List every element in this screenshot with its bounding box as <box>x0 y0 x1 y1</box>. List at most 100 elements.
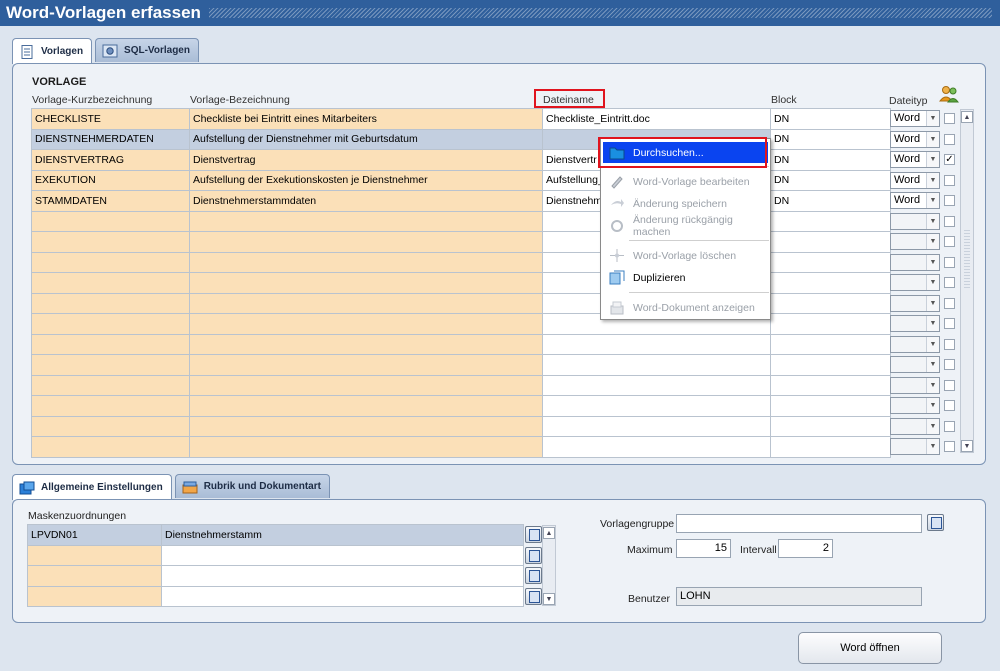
row-checkbox[interactable]: ✓ <box>944 154 955 165</box>
masken-scroll-up-button[interactable]: ▲ <box>543 527 555 539</box>
cell-masken-name[interactable] <box>161 544 524 566</box>
chevron-down-icon[interactable]: ▼ <box>926 398 939 413</box>
scroll-up-button[interactable]: ▲ <box>961 111 973 123</box>
dateityp-select[interactable]: ▼ <box>890 376 940 394</box>
cell-block[interactable] <box>770 292 891 314</box>
cell-bez[interactable] <box>189 272 543 294</box>
menu-item-aenderung-speichern[interactable]: Änderung speichern <box>601 193 772 214</box>
cell-bez[interactable]: Aufstellung der Exekutionskosten je Dien… <box>189 169 543 191</box>
cell-kurz[interactable] <box>31 333 190 355</box>
cell-block[interactable] <box>770 313 891 335</box>
cell-bez[interactable] <box>189 395 543 417</box>
cell-bez[interactable] <box>189 313 543 335</box>
dateityp-select[interactable]: ▼ <box>890 417 940 435</box>
row-checkbox[interactable] <box>944 174 955 186</box>
table-row[interactable] <box>31 354 891 376</box>
table-row[interactable] <box>31 415 891 437</box>
row-checkbox[interactable] <box>944 215 955 227</box>
tab-sql-vorlagen[interactable]: SQL-Vorlagen <box>95 38 199 62</box>
cell-bez[interactable] <box>189 292 543 314</box>
users-icon[interactable] <box>938 85 960 103</box>
cell-block[interactable] <box>770 395 891 417</box>
chevron-down-icon[interactable]: ▼ <box>926 254 939 270</box>
dateityp-select[interactable]: ▼ <box>890 397 940 414</box>
chevron-down-icon[interactable]: ▼ <box>926 439 939 454</box>
chevron-down-icon[interactable]: ▼ <box>926 418 939 434</box>
chevron-down-icon[interactable]: ▼ <box>926 357 939 372</box>
cell-block[interactable] <box>770 272 891 294</box>
cell-kurz[interactable]: DIENSTNEHMERDATEN <box>31 128 190 150</box>
cell-bez[interactable] <box>189 231 543 253</box>
chevron-down-icon[interactable]: ▼ <box>926 172 939 188</box>
cell-block[interactable]: DN <box>770 108 891 130</box>
masken-scrollbar[interactable]: ▲ ▼ <box>542 525 556 606</box>
maximum-input[interactable]: 15 <box>676 539 731 558</box>
table-row[interactable] <box>27 544 524 566</box>
vorlage-scrollbar[interactable]: ▲ ▼ <box>960 109 974 453</box>
cell-block[interactable] <box>770 436 891 458</box>
tab-vorlagen[interactable]: Vorlagen <box>12 38 93 64</box>
dateityp-select[interactable]: ▼ <box>890 438 940 455</box>
table-row[interactable] <box>27 585 524 607</box>
cell-masken-code[interactable]: LPVDN01 <box>27 524 162 546</box>
cell-masken-name[interactable] <box>161 565 524 587</box>
dateityp-select[interactable]: ▼ <box>890 315 940 332</box>
dateityp-select[interactable]: ▼ <box>890 294 940 312</box>
table-row[interactable] <box>31 395 891 417</box>
menu-item-dokument-anzeigen[interactable]: Word-Dokument anzeigen <box>601 297 772 318</box>
cell-kurz[interactable] <box>31 415 190 437</box>
masken-lookup-button[interactable] <box>525 587 542 605</box>
word-oeffnen-button[interactable]: Word öffnen <box>798 632 942 664</box>
chevron-down-icon[interactable]: ▼ <box>926 377 939 393</box>
cell-bez[interactable]: Dienstvertrag <box>189 149 543 171</box>
cell-block[interactable]: DN <box>770 190 891 212</box>
row-checkbox[interactable] <box>944 195 955 206</box>
chevron-down-icon[interactable]: ▼ <box>926 275 939 290</box>
dateityp-select[interactable]: ▼ <box>890 335 940 353</box>
chevron-down-icon[interactable]: ▼ <box>926 316 939 331</box>
cell-kurz[interactable] <box>31 354 190 376</box>
menu-item-vorlage-loeschen[interactable]: Word-Vorlage löschen <box>601 245 772 266</box>
cell-bez[interactable] <box>189 436 543 458</box>
cell-block[interactable] <box>770 231 891 253</box>
cell-datei[interactable] <box>542 415 771 437</box>
cell-kurz[interactable] <box>31 210 190 232</box>
cell-masken-code[interactable] <box>27 585 162 607</box>
chevron-down-icon[interactable]: ▼ <box>926 336 939 352</box>
row-checkbox[interactable] <box>944 441 955 452</box>
table-row[interactable] <box>31 333 891 355</box>
chevron-down-icon[interactable]: ▼ <box>926 193 939 208</box>
cell-bez[interactable] <box>189 354 543 376</box>
cell-masken-code[interactable] <box>27 565 162 587</box>
row-checkbox[interactable] <box>944 297 955 309</box>
row-checkbox[interactable] <box>944 133 955 145</box>
cell-kurz[interactable]: CHECKLISTE <box>31 108 190 130</box>
chevron-down-icon[interactable]: ▼ <box>926 131 939 147</box>
dateityp-select[interactable]: Word ▼ <box>890 110 940 127</box>
scroll-thumb-grip[interactable] <box>964 230 970 290</box>
table-row[interactable]: LPVDN01 Dienstnehmerstamm <box>27 524 524 546</box>
menu-item-duplizieren[interactable]: Duplizieren <box>601 267 772 288</box>
cell-kurz[interactable] <box>31 436 190 458</box>
row-checkbox[interactable] <box>944 379 955 391</box>
masken-lookup-button[interactable] <box>525 546 542 564</box>
masken-lookup-button[interactable] <box>525 526 542 543</box>
cell-block[interactable] <box>770 415 891 437</box>
chevron-down-icon[interactable]: ▼ <box>926 295 939 311</box>
masken-lookup-button[interactable] <box>525 567 542 584</box>
row-checkbox[interactable] <box>944 277 955 288</box>
dateityp-select[interactable]: Word ▼ <box>890 151 940 168</box>
row-checkbox[interactable] <box>944 338 955 350</box>
chevron-down-icon[interactable]: ▼ <box>926 111 939 126</box>
row-checkbox[interactable] <box>944 236 955 247</box>
dateityp-select[interactable]: Word ▼ <box>890 171 940 189</box>
dateityp-select[interactable]: ▼ <box>890 233 940 250</box>
dateityp-select[interactable]: Word ▼ <box>890 130 940 148</box>
cell-datei[interactable] <box>542 436 771 458</box>
chevron-down-icon[interactable]: ▼ <box>926 152 939 167</box>
masken-scroll-down-button[interactable]: ▼ <box>543 593 555 605</box>
cell-kurz[interactable]: DIENSTVERTRAG <box>31 149 190 171</box>
menu-item-aenderung-rueckgaengig[interactable]: Änderung rückgängig machen <box>601 214 772 238</box>
cell-kurz[interactable] <box>31 292 190 314</box>
cell-bez[interactable] <box>189 333 543 355</box>
